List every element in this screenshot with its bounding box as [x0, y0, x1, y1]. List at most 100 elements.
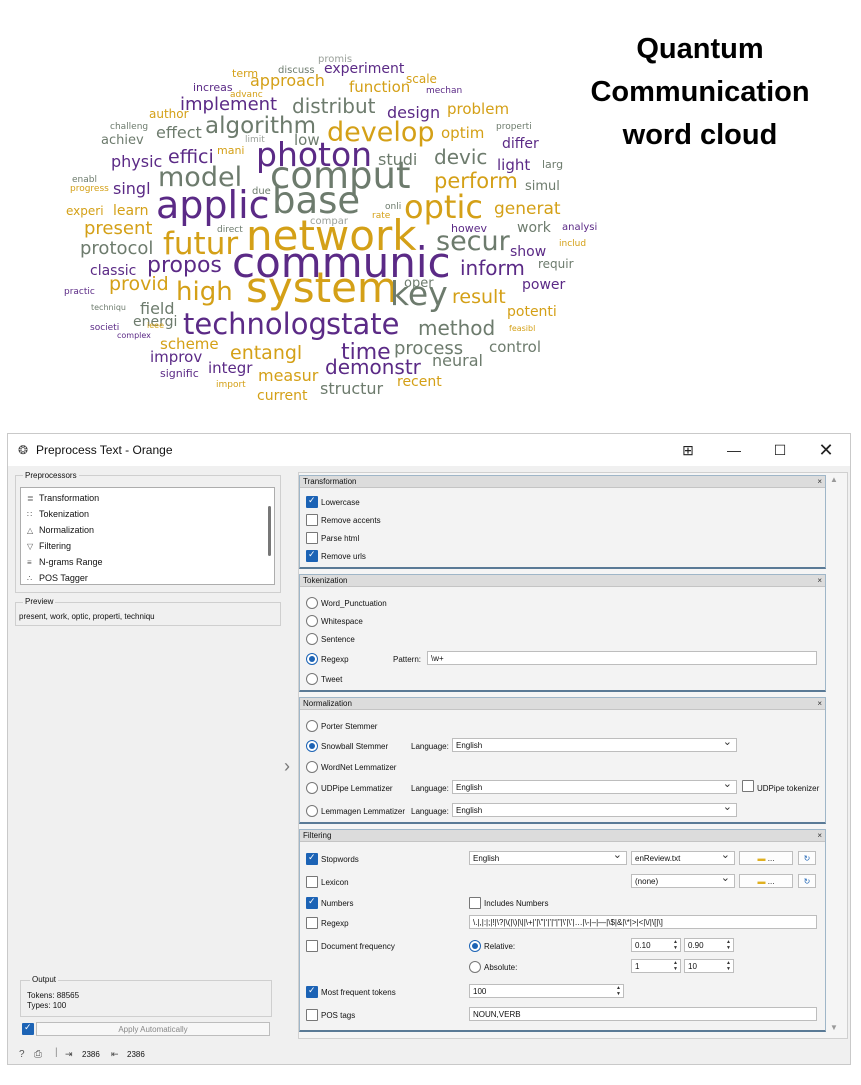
relative-radio[interactable]: [469, 940, 481, 952]
sentence-label: Sentence: [321, 635, 355, 644]
most-frequent-tokens-checkbox[interactable]: [306, 985, 318, 998]
lowercase-checkbox[interactable]: [306, 495, 318, 508]
snowball-stemmer-radio[interactable]: [306, 740, 318, 752]
stopwords-browse-button[interactable]: ▬ ...: [739, 851, 793, 865]
udpipe-tokenizer-checkbox[interactable]: [742, 780, 754, 792]
preprocess-text-window: ❂ Preprocess Text - Orange ⊞ — ☐ ✕ Prepr…: [7, 433, 851, 1065]
parse-html-checkbox[interactable]: [306, 532, 318, 544]
lemmagen-lemmatizer-label: Lemmagen Lemmatizer: [321, 807, 406, 816]
word-cloud-word: requir: [538, 257, 574, 271]
output-count: 2386: [127, 1050, 145, 1059]
document-frequency-checkbox[interactable]: [306, 940, 318, 952]
collapse-arrow-icon[interactable]: ›: [284, 756, 290, 777]
transformation-icon: ≣: [27, 494, 34, 503]
tweet-radio[interactable]: [306, 673, 318, 685]
word-cloud-word: inform: [460, 256, 525, 280]
absolute-max-input[interactable]: 10: [684, 959, 734, 973]
snowball-language-select[interactable]: English: [452, 738, 737, 752]
lexicon-reload-button[interactable]: ↻: [798, 874, 816, 888]
preprocessor-item-label: Filtering: [39, 541, 72, 551]
pattern-label: Pattern:: [393, 655, 422, 664]
help-icon[interactable]: ?: [19, 1049, 25, 1060]
absolute-min-input[interactable]: 1: [631, 959, 681, 973]
close-button[interactable]: ✕: [814, 438, 838, 462]
preprocessor-item-transformation[interactable]: ≣ Transformation: [27, 493, 99, 503]
preprocessor-item-ngrams[interactable]: ≡ N-grams Range: [27, 557, 103, 567]
absolute-label: Absolute:: [484, 963, 518, 972]
tokenization-panel: Tokenization × Word_Punctuation Whitespac…: [299, 574, 826, 692]
word-cloud-word: power: [522, 277, 566, 293]
lemmagen-lemmatizer-radio[interactable]: [306, 805, 318, 817]
scroll-up-arrow-icon[interactable]: ▲: [830, 475, 838, 484]
word-cloud-word: learn: [113, 203, 148, 219]
preprocessor-item-tokenization[interactable]: ∷ Tokenization: [27, 509, 89, 519]
stopwords-reload-button[interactable]: ↻: [798, 851, 816, 865]
word-cloud-word: present: [84, 218, 152, 239]
word-cloud-title-line-2: Communication: [590, 76, 810, 108]
maximize-button[interactable]: ☐: [768, 438, 792, 462]
close-icon[interactable]: ×: [817, 575, 822, 586]
remove-urls-label: Remove urls: [321, 552, 366, 561]
lexicon-file-select[interactable]: (none): [631, 874, 735, 888]
remove-accents-checkbox[interactable]: [306, 514, 318, 526]
remove-accents-label: Remove accents: [321, 516, 381, 525]
report-icon[interactable]: ⎙: [34, 1049, 42, 1060]
preprocessor-item-pos-tagger[interactable]: ∴ POS Tagger: [27, 573, 88, 583]
pattern-input[interactable]: \w+: [427, 651, 817, 665]
word-cloud-word: simul: [525, 179, 560, 194]
word-cloud-word: analysi: [562, 222, 597, 233]
lexicon-browse-button[interactable]: ▬ ...: [739, 874, 793, 888]
numbers-checkbox[interactable]: [306, 896, 318, 909]
word-cloud-word: mani: [217, 144, 244, 157]
close-icon[interactable]: ×: [817, 476, 822, 487]
absolute-radio[interactable]: [469, 961, 481, 973]
preprocessor-item-filtering[interactable]: ▽ Filtering: [27, 541, 71, 551]
apply-automatically-button[interactable]: Apply Automatically: [36, 1022, 270, 1036]
word-cloud-word: potenti: [507, 304, 557, 320]
stopwords-file-select[interactable]: enReview.txt: [631, 851, 735, 865]
preprocessor-item-label: Transformation: [39, 493, 100, 503]
includes-numbers-checkbox[interactable]: [469, 897, 481, 909]
word-cloud-word: includ: [559, 239, 586, 249]
preprocessor-item-label: Normalization: [39, 525, 95, 535]
sentence-radio[interactable]: [306, 633, 318, 645]
preprocessors-scrollbar[interactable]: [268, 506, 271, 556]
relative-min-input[interactable]: 0.10: [631, 938, 681, 952]
word-punctuation-radio[interactable]: [306, 597, 318, 609]
close-icon[interactable]: ×: [817, 830, 822, 841]
relative-max-input[interactable]: 0.90: [684, 938, 734, 952]
document-frequency-label: Document frequency: [321, 942, 395, 951]
preprocessor-item-normalization[interactable]: △ Normalization: [27, 525, 94, 535]
output-label: Output: [30, 975, 59, 984]
apply-automatically-checkbox[interactable]: [22, 1022, 34, 1035]
most-frequent-tokens-input[interactable]: 100: [469, 984, 624, 998]
snap-layout-button[interactable]: ⊞: [676, 438, 700, 462]
regexp-filter-input[interactable]: \.|,|:|;|!|\?|\(|\)|\||\+|'|\"|‘|’|“|”|\…: [469, 915, 817, 929]
word-cloud-word: work: [517, 220, 552, 236]
preprocessors-list[interactable]: ≣ Transformation ∷ Tokenization △ Normaliza…: [20, 487, 275, 585]
regexp-radio[interactable]: [306, 653, 318, 665]
regexp-label: Regexp: [321, 655, 349, 664]
word-cloud-word: experiment: [324, 61, 405, 77]
word-cloud-word: differ: [502, 136, 539, 152]
close-icon[interactable]: ×: [817, 698, 822, 709]
lexicon-checkbox[interactable]: [306, 876, 318, 888]
udpipe-lemmatizer-radio[interactable]: [306, 782, 318, 794]
stopwords-checkbox[interactable]: [306, 852, 318, 865]
snowball-language-label: Language:: [411, 742, 449, 751]
udpipe-language-select[interactable]: English: [452, 780, 737, 794]
wordnet-lemmatizer-radio[interactable]: [306, 761, 318, 773]
pos-tags-input[interactable]: NOUN,VERB: [469, 1007, 817, 1021]
word-cloud-word: complex: [117, 331, 151, 340]
pos-tags-checkbox[interactable]: [306, 1009, 318, 1021]
porter-stemmer-radio[interactable]: [306, 720, 318, 732]
remove-urls-checkbox[interactable]: [306, 549, 318, 562]
stopwords-language-select[interactable]: English: [469, 851, 627, 865]
minimize-button[interactable]: —: [722, 438, 746, 462]
lemmagen-language-select[interactable]: English: [452, 803, 737, 817]
regexp-filter-checkbox[interactable]: [306, 917, 318, 929]
scroll-down-arrow-icon[interactable]: ▼: [830, 1023, 838, 1032]
word-punctuation-label: Word_Punctuation: [321, 599, 387, 608]
whitespace-radio[interactable]: [306, 615, 318, 627]
regexp-filter-label: Regexp: [321, 919, 349, 928]
